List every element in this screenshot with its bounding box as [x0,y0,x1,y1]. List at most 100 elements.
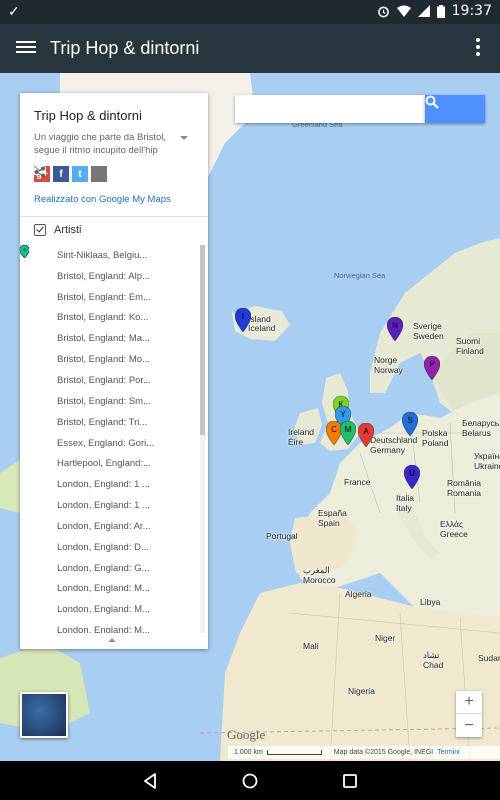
legend-item-label: Bristol, England: Alp... [57,270,150,282]
marker-letter: U [409,469,415,478]
legend-item[interactable]: Bristol, England: Alp... [20,245,198,287]
legend-item-list[interactable]: Sint-Niklaas, Belgiu... Bristol, England:… [20,245,198,633]
legend-item[interactable]: London, England: M... [20,245,198,633]
marker-letter: P [429,360,434,369]
back-icon[interactable] [140,771,160,791]
navigation-bar [0,761,500,800]
map-label: Island Iceland [248,314,276,333]
legend-item-label: London, England: 1 ... [57,500,150,512]
map-label: Libya [420,597,441,607]
panel-title: Trip Hop & dintorni [34,108,142,123]
legend-item[interactable]: Bristol, England: Sm... [20,245,198,412]
legend-item-label: London, England: D... [57,541,149,553]
layer-name: Artisti [54,224,82,236]
legend-item[interactable]: Bristol, England: Em... [20,245,198,308]
map-canvas[interactable]: Greenland Sea Norwegian Sea Island Icela… [0,73,500,761]
zoom-out-button[interactable]: − [456,714,482,737]
satellite-view-toggle[interactable] [20,692,68,738]
legend-scrollbar[interactable] [200,245,205,633]
legend-item-label: Bristol, England: Sm... [57,395,151,407]
legend-item-label: Bristol, England: Ma... [57,333,150,345]
alarm-icon [377,6,389,17]
expand-description-icon[interactable] [180,136,188,140]
marker-letter: Y [340,410,346,419]
legend-item[interactable]: London, England: D... [20,245,198,558]
map-search-button[interactable] [425,95,485,123]
status-bar: ✓ 19:37 [0,0,500,24]
map-label: România Romania [447,478,482,498]
map-footer: 1.000 km Map data ©2015 Google, INEGI Te… [228,746,500,759]
legend-item[interactable]: London, England: 1 ... [20,245,198,516]
map-label: Niger [375,633,396,643]
legend-item-label: London, England: M... [57,625,150,633]
map-label: Mali [303,641,319,651]
facebook-icon[interactable]: f [53,166,69,182]
battery-icon [436,4,445,18]
map-label: Algeria [345,589,372,599]
map-search-input[interactable] [235,95,425,123]
recents-icon[interactable] [340,771,360,791]
wifi-icon [396,5,411,17]
google-logo: Google [227,727,266,742]
legend-item[interactable]: London, England: M... [20,245,198,620]
legend-item-label: Bristol, England: Tri... [57,416,148,428]
map-label: Portugal [266,531,298,541]
more-options-icon[interactable] [476,38,480,56]
layer-toggle[interactable]: Artisti [34,224,82,236]
legend-item[interactable]: London, England: M... [20,245,198,600]
marker-letter: A [363,427,369,436]
twitter-icon[interactable]: t [72,166,88,182]
scale-bar [266,750,322,755]
map-label: Deutschland Germany [370,435,418,455]
legend-item[interactable]: Essex, England: Gori... [20,245,198,454]
zoom-control: + − [456,691,482,737]
map-attribution: Map data ©2015 Google, INEGI [333,749,434,756]
legend-item-label: Bristol, England: Mo... [57,354,150,366]
email-icon[interactable] [34,166,107,182]
marker-letter: M [345,425,352,434]
legend-item[interactable]: London, England: Ar... [20,245,198,537]
map-label: Norwegian Sea [334,271,386,280]
legend-item[interactable]: Bristol, England: Ma... [20,245,198,349]
layer-checkbox[interactable] [34,224,46,236]
terms-link[interactable]: Termini [437,749,460,756]
zoom-in-button[interactable]: + [456,691,482,714]
legend-item[interactable]: Bristol, England: Ko... [20,245,198,329]
home-icon[interactable] [240,771,260,791]
panel-description: Un viaggio che parte da Bristol, segue i… [34,132,167,156]
map-label: France [344,477,371,487]
marker-letter: N [392,321,398,330]
map-label: España Spain [318,508,347,528]
legend-item[interactable]: Bristol, England: Tri... [20,245,198,433]
collapse-panel-icon[interactable] [108,638,116,642]
scrollbar-thumb[interactable] [200,245,205,435]
map-pin-icon [20,245,29,258]
map-label: Nigeria [348,686,375,696]
legend-item[interactable]: Sint-Niklaas, Belgiu... [20,245,198,266]
map-label: Sudan [478,653,500,663]
legend-item-label: Bristol, England: Em... [57,291,151,303]
map-label: تشاد Chad [423,650,444,670]
clock-time: 19:37 [451,3,492,19]
legend-item-label: London, England: M... [57,604,150,616]
share-icon[interactable] [34,166,126,182]
legend-item[interactable]: London, England: 1 ... [20,245,198,495]
marker-letter: S [407,416,412,425]
legend-item[interactable]: London, England: G... [20,245,198,579]
legend-item-label: Bristol, England: Por... [57,374,151,386]
search-icon [425,95,439,109]
map-label: Ireland Éire [288,427,314,447]
scale-label: 1.000 km [234,749,263,756]
legend-item[interactable]: Bristol, England: Por... [20,245,198,391]
legend-item[interactable]: Hartlepool, England:... [20,245,198,474]
legend-item-label: Sint-Niklaas, Belgiu... [57,249,148,261]
marker-letter: C [331,425,337,434]
panel-divider [20,216,208,217]
map-label: Suomi Finland [456,336,484,356]
legend-item-label: Essex, England: Gori... [57,437,155,449]
map-label: Ελλάς Greece [440,519,468,539]
legend-item-label: Hartlepool, England:... [57,458,152,470]
made-with-link[interactable]: Realizzato con Google My Maps [34,194,171,205]
legend-item[interactable]: Bristol, England: Mo... [20,245,198,370]
hamburger-menu-icon[interactable] [16,38,36,58]
